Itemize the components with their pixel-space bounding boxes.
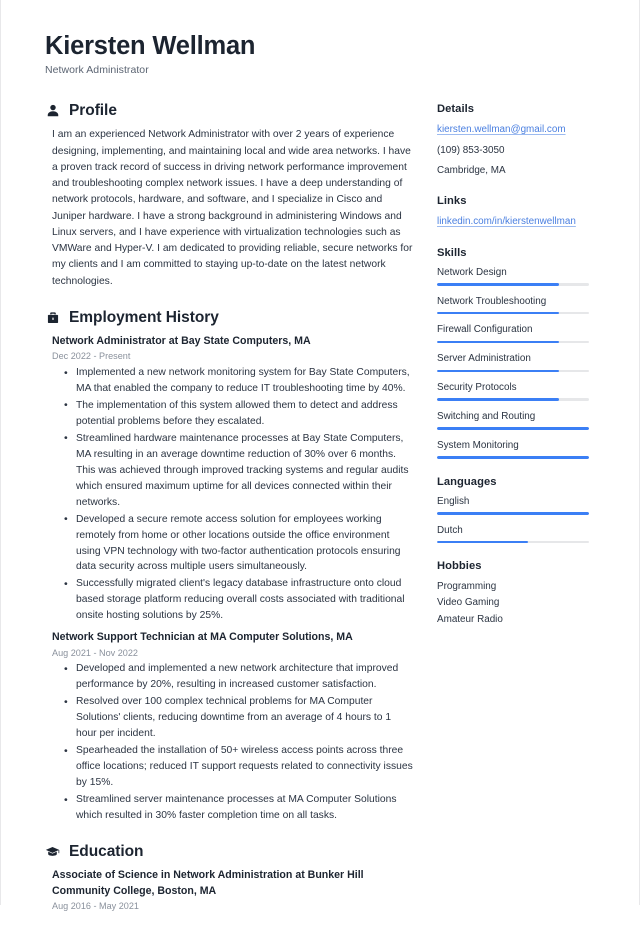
- sidebar-hobbies-title: Hobbies: [437, 560, 482, 573]
- skill-label: Network Design: [437, 266, 507, 278]
- skill-rating-fill: [437, 340, 559, 344]
- section-profile-header: Profile: [45, 102, 413, 120]
- sidebar: Details kiersten.wellman@gmail.com (109)…: [437, 102, 597, 644]
- graduation-cap-icon: [45, 844, 60, 859]
- section-profile-title: Profile: [69, 102, 117, 120]
- job-date: Dec 2022 - Present: [52, 351, 131, 362]
- sidebar-section-skills: Skills Network Design Network Troublesho…: [437, 247, 597, 459]
- skill-label: Network Troubleshooting: [437, 295, 547, 307]
- job-bullet: Developed and implemented a new network …: [64, 661, 413, 693]
- job-bullet: Successfully migrated client's legacy da…: [64, 576, 413, 624]
- skill-rating-track: [437, 398, 589, 401]
- job-title: Network Support Technician at MA Compute…: [52, 631, 353, 644]
- employment-entry: Network Support Technician at MA Compute…: [52, 630, 413, 824]
- sidebar-details-title: Details: [437, 103, 475, 116]
- language-item: English: [437, 495, 597, 515]
- resume-columns: Profile I am an experienced Network Admi…: [45, 102, 595, 929]
- skill-label: System Monitoring: [437, 439, 519, 451]
- phone-text: (109) 853-3050: [437, 144, 505, 156]
- job-bullet-list: Developed and implemented a new network …: [52, 661, 413, 824]
- skill-label: Server Administration: [437, 353, 531, 365]
- job-bullet-list: Implemented a new network monitoring sys…: [52, 365, 413, 624]
- candidate-name: Kiersten Wellman: [45, 32, 256, 60]
- section-profile: Profile I am an experienced Network Admi…: [45, 102, 413, 290]
- job-bullet: Developed a secure remote access solutio…: [64, 511, 413, 576]
- skill-rating-fill: [437, 427, 589, 430]
- language-rating-track: [437, 512, 589, 515]
- hobby-item: Video Gaming: [437, 597, 500, 609]
- job-bullet: The implementation of this system allowe…: [64, 397, 413, 430]
- sidebar-section-hobbies: Hobbies Programming Video Gaming Amateur…: [437, 560, 597, 627]
- skill-item: Server Administration: [437, 352, 597, 373]
- candidate-job-title: Network Administrator: [45, 64, 149, 77]
- job-bullet: Implemented a new network monitoring sys…: [64, 365, 413, 397]
- skill-item: Switching and Routing: [437, 410, 597, 430]
- section-education: Education Associate of Science in Networ…: [45, 843, 413, 911]
- sidebar-section-details: Details kiersten.wellman@gmail.com (109)…: [437, 103, 597, 178]
- skill-label: Switching and Routing: [437, 410, 536, 422]
- briefcase-icon: [45, 310, 60, 325]
- resume-header: Kiersten Wellman Network Administrator: [45, 32, 595, 76]
- skill-rating-track: [437, 311, 589, 315]
- language-item: Dutch: [437, 524, 597, 544]
- education-title: Associate of Science in Network Administ…: [52, 868, 364, 897]
- language-label: Dutch: [437, 524, 463, 536]
- skill-rating-fill: [437, 456, 589, 459]
- skill-rating-fill: [437, 369, 559, 373]
- job-bullet: Streamlined hardware maintenance process…: [64, 430, 413, 511]
- job-bullet: Resolved over 100 complex technical prob…: [64, 694, 413, 742]
- sidebar-section-languages: Languages English Dutch: [437, 476, 597, 544]
- section-education-title: Education: [69, 842, 144, 860]
- email-link[interactable]: kiersten.wellman@gmail.com: [437, 122, 597, 137]
- resume-page: Kiersten Wellman Network Administrator P…: [0, 0, 640, 911]
- job-date: Aug 2021 - Nov 2022: [52, 647, 138, 658]
- section-profile-body: I am an experienced Network Administrato…: [45, 127, 413, 290]
- skill-rating-track: [437, 340, 589, 344]
- skill-item: Network Design: [437, 266, 597, 286]
- person-icon: [45, 104, 60, 119]
- sidebar-section-links: Links linkedin.com/in/kierstenwellman: [437, 195, 597, 229]
- language-rating-fill: [437, 540, 529, 544]
- skill-rating-fill: [437, 398, 559, 401]
- employment-entry: Network Administrator at Bay State Compu…: [52, 334, 413, 624]
- linkedin-link[interactable]: linkedin.com/in/kierstenwellman: [437, 214, 597, 229]
- skill-rating-track: [437, 427, 589, 430]
- skill-rating-track: [437, 456, 589, 459]
- section-education-header: Education: [45, 843, 413, 861]
- hobby-item: Programming: [437, 581, 497, 593]
- section-employment-header: Employment History: [45, 309, 413, 327]
- skill-rating-track: [437, 283, 589, 286]
- job-bullet: Spearheaded the installation of 50+ wire…: [64, 743, 413, 791]
- skill-item: System Monitoring: [437, 439, 597, 459]
- skill-item: Firewall Configuration: [437, 323, 597, 344]
- sidebar-links-title: Links: [437, 195, 467, 208]
- location-text: Cambridge, MA: [437, 165, 506, 176]
- skill-item: Network Troubleshooting: [437, 295, 597, 315]
- skill-label: Security Protocols: [437, 382, 517, 394]
- language-rating-fill: [437, 512, 589, 515]
- job-title: Network Administrator at Bay State Compu…: [52, 334, 311, 347]
- skill-label: Firewall Configuration: [437, 324, 533, 336]
- education-date: Aug 2016 - May 2021: [52, 900, 139, 911]
- skill-rating-fill: [437, 311, 559, 315]
- section-employment-body: Network Administrator at Bay State Compu…: [45, 334, 413, 824]
- skill-item: Security Protocols: [437, 381, 597, 401]
- language-rating-track: [437, 540, 589, 544]
- skill-rating-fill: [437, 283, 559, 286]
- section-employment: Employment History Network Administrator…: [45, 309, 413, 824]
- sidebar-skills-title: Skills: [437, 246, 467, 259]
- skill-rating-track: [437, 369, 589, 373]
- sidebar-languages-title: Languages: [437, 475, 497, 488]
- main-column: Profile I am an experienced Network Admi…: [45, 102, 413, 929]
- language-label: English: [437, 495, 470, 507]
- profile-text: I am an experienced Network Administrato…: [52, 129, 413, 287]
- section-employment-title: Employment History: [69, 308, 219, 326]
- education-entry: Associate of Science in Network Administ…: [52, 868, 413, 911]
- hobby-item: Amateur Radio: [437, 613, 503, 625]
- section-education-body: Associate of Science in Network Administ…: [45, 868, 413, 911]
- job-bullet: Streamlined server maintenance processes…: [64, 792, 413, 824]
